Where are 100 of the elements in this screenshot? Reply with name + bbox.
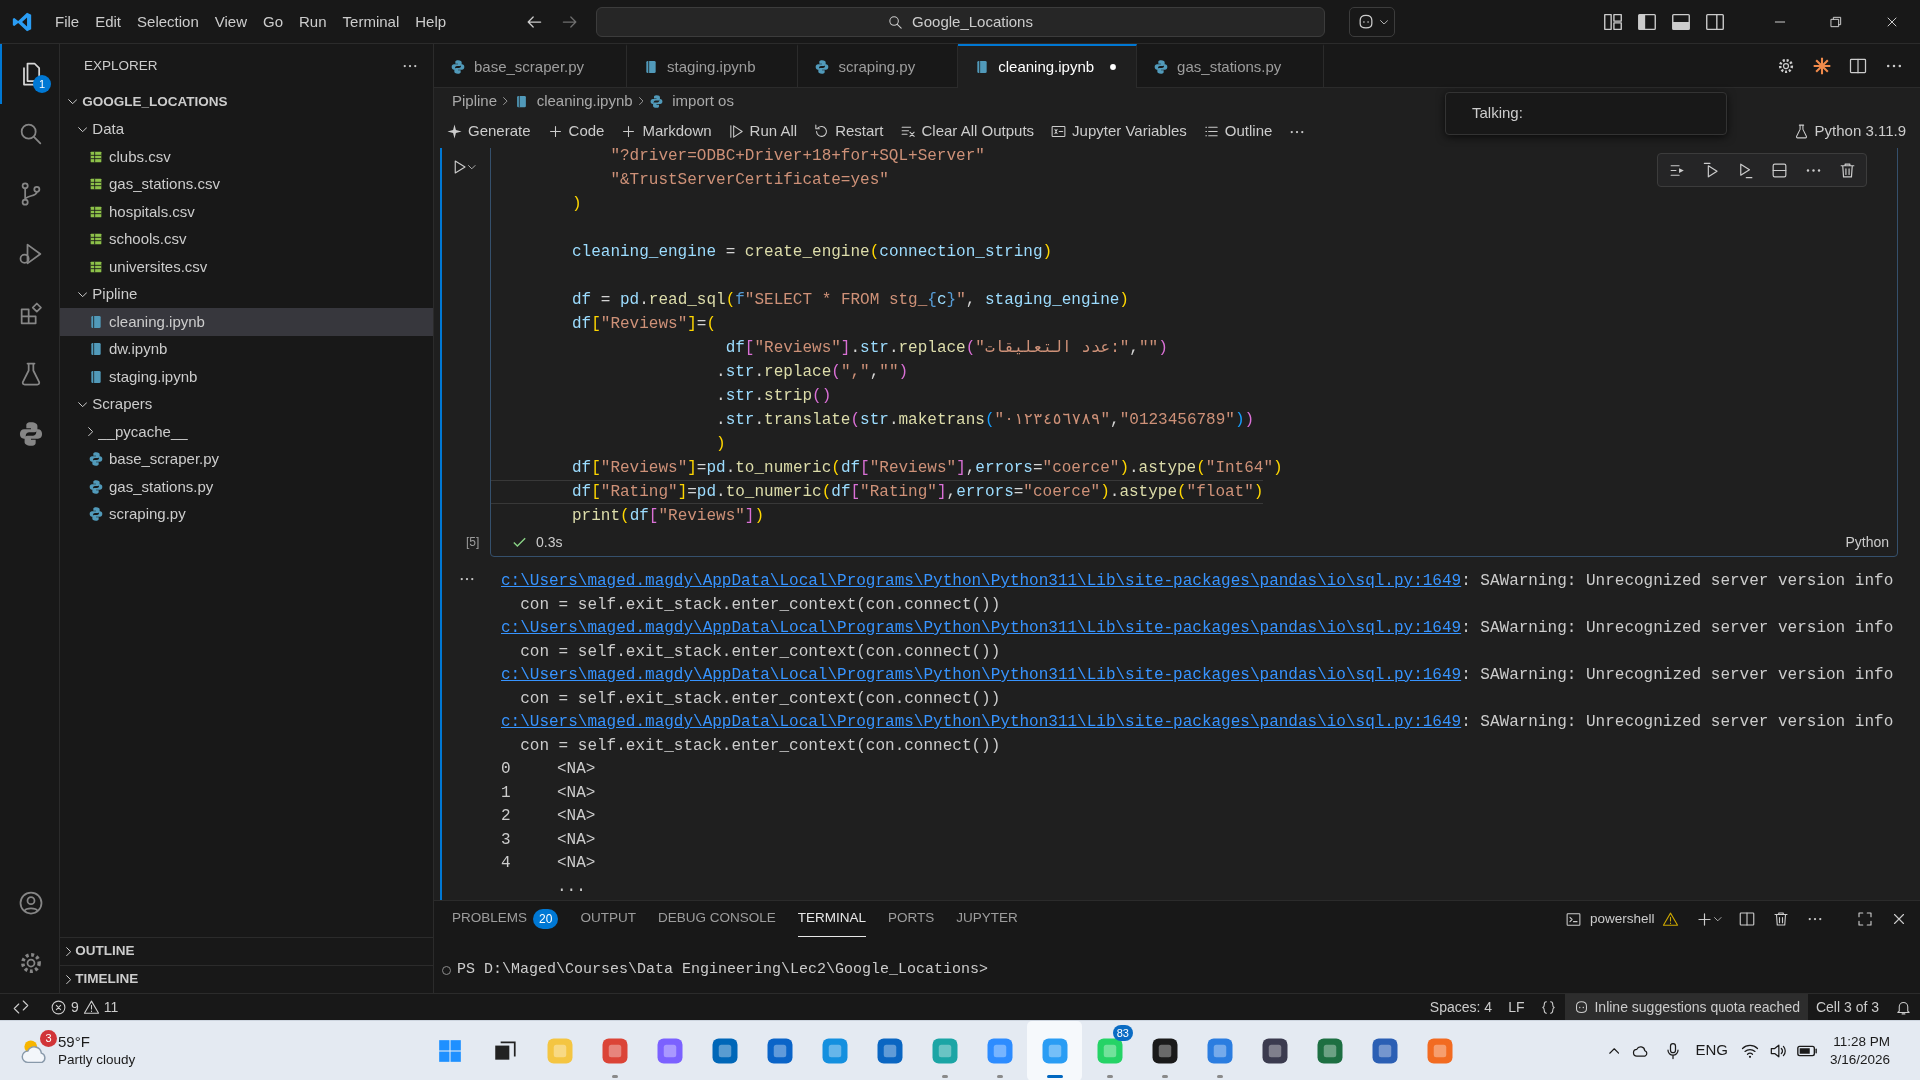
- remote-icon: [12, 998, 30, 1016]
- menu-item[interactable]: Go: [255, 6, 291, 38]
- toolbar-button[interactable]: Markdown: [620, 120, 712, 143]
- folder-row[interactable]: Scrapers: [60, 390, 433, 418]
- menu-item[interactable]: Edit: [87, 6, 130, 38]
- toolbar-button[interactable]: Restart: [813, 120, 884, 143]
- code-line: cleaning_engine = create_engine(connection_string): [571, 242, 1053, 263]
- cell-language[interactable]: Python: [1845, 531, 1889, 553]
- notification-badge: 3: [40, 1029, 57, 1047]
- customize-layout-icon[interactable]: [1602, 11, 1624, 33]
- series-value: <NA>: [557, 829, 596, 851]
- tree-row[interactable]: cleaning.ipynb: [60, 308, 433, 336]
- menu-item[interactable]: View: [206, 6, 255, 38]
- folder-row[interactable]: Pipline: [60, 280, 433, 308]
- notebook-icon: [88, 341, 104, 358]
- split-terminal-icon[interactable]: [1738, 910, 1756, 928]
- tree-row[interactable]: clubs.csv: [60, 143, 433, 171]
- tree-row[interactable]: dw.ipynb: [60, 335, 433, 363]
- toolbar-button[interactable]: Code: [546, 120, 605, 143]
- chevron-icon: [638, 97, 644, 106]
- panel-tab[interactable]: PORTS: [887, 901, 935, 937]
- breadcrumb[interactable]: Pipline: [452, 90, 498, 113]
- panel-tab[interactable]: TERMINAL: [797, 901, 866, 937]
- language-braces-icon[interactable]: [1540, 998, 1558, 1016]
- truncation-ellipsis: ...: [557, 877, 586, 896]
- tree-row[interactable]: universites.csv: [60, 253, 433, 281]
- file-link[interactable]: c:\Users\maged.magdy\AppData\Local\Programs\Python\Python311\Lib\site-packages\pandas\io\sql.py:1649: [501, 666, 1462, 684]
- menu-item[interactable]: Help: [407, 6, 455, 38]
- file-link[interactable]: c:\Users\maged.magdy\AppData\Local\Programs\Python\Python311\Lib\site-packages\pandas\io\sql.py:1649: [501, 572, 1462, 590]
- tree-row[interactable]: scraping.py: [60, 500, 433, 528]
- clock-time[interactable]: 11:28 PM: [1829, 1032, 1890, 1051]
- terminal-selector[interactable]: powershell: [1564, 908, 1680, 930]
- count-badge: 20: [533, 908, 559, 929]
- panel-tab[interactable]: DEBUG CONSOLE: [657, 901, 776, 937]
- menu-item[interactable]: Selection: [129, 6, 207, 38]
- menu-item[interactable]: Run: [291, 6, 335, 38]
- python-file-icon: [450, 59, 466, 75]
- editor-tab[interactable]: staging.ipynb: [627, 44, 799, 88]
- copilot-button[interactable]: [1348, 7, 1395, 37]
- series-index: 2: [501, 806, 512, 827]
- code-line: .str.strip(): [715, 386, 832, 407]
- menu-item[interactable]: File: [47, 6, 88, 38]
- workspace-header[interactable]: GOOGLE_LOCATIONS: [60, 88, 433, 116]
- tree-row[interactable]: gas_stations.py: [60, 473, 433, 501]
- start-icon[interactable]: [436, 1037, 463, 1064]
- delete-icon[interactable]: [1772, 910, 1790, 928]
- clock-date[interactable]: 3/16/2026: [1829, 1050, 1890, 1069]
- input-language[interactable]: ENG: [1695, 1039, 1728, 1062]
- file-link[interactable]: c:\Users\maged.magdy\AppData\Local\Programs\Python\Python311\Lib\site-packages\pandas\io\sql.py:1649: [501, 619, 1462, 637]
- tree-row[interactable]: base_scraper.py: [60, 445, 433, 473]
- sparkle-icon[interactable]: [1812, 55, 1832, 76]
- panel-tab[interactable]: PROBLEMS 20: [452, 901, 559, 937]
- toggle-panel-icon[interactable]: [1670, 11, 1692, 33]
- panel-tab[interactable]: OUTPUT: [580, 901, 636, 937]
- run-above-icon[interactable]: [1701, 160, 1721, 180]
- menu-item[interactable]: Terminal: [334, 6, 408, 38]
- python-file-icon: [88, 451, 104, 468]
- panel-tab[interactable]: JUPYTER: [956, 901, 1018, 937]
- cell-status[interactable]: Cell 3 of 3: [1807, 994, 1887, 1020]
- toggle-sidebar-icon[interactable]: [1636, 11, 1658, 33]
- breadcrumb[interactable]: import os: [649, 90, 734, 113]
- search-field[interactable]: Google_Locations: [595, 7, 1325, 37]
- file-link[interactable]: c:\Users\maged.magdy\AppData\Local\Programs\Python\Python311\Lib\site-packages\pandas\io\sql.py:1649: [501, 713, 1462, 731]
- tree-row[interactable]: staging.ipynb: [60, 363, 433, 391]
- warning-icon: [1662, 910, 1680, 928]
- show-hidden-icons-icon[interactable]: [1608, 1047, 1620, 1054]
- breadcrumb[interactable]: cleaning.ipynb: [513, 90, 633, 113]
- copilot-status[interactable]: Inline suggestions quota reached: [1565, 994, 1808, 1020]
- sparkle-icon: [446, 123, 463, 140]
- warning-icon: [82, 998, 100, 1016]
- tree-row[interactable]: hospitals.csv: [60, 198, 433, 226]
- caret-icon[interactable]: [1714, 916, 1722, 922]
- problems-status[interactable]: 9 11: [42, 994, 127, 1020]
- restore-icon[interactable]: [1828, 14, 1844, 30]
- indentation-status[interactable]: Spaces: 4: [1421, 994, 1501, 1020]
- toolbar-button[interactable]: Outline: [1202, 120, 1273, 143]
- editor-tab[interactable]: cleaning.ipynb: [958, 44, 1138, 88]
- editor-tab[interactable]: base_scraper.py: [434, 44, 628, 88]
- maximize-icon[interactable]: [1856, 910, 1874, 928]
- app-logo-icon: [11, 11, 33, 33]
- toolbar-button[interactable]: Clear All Outputs: [899, 120, 1035, 143]
- series-index: 1: [501, 782, 512, 804]
- toggle-secondary-sidebar-icon[interactable]: [1704, 11, 1726, 33]
- toolbar-button[interactable]: Generate: [446, 120, 531, 143]
- search-icon: [887, 13, 905, 31]
- folder-row[interactable]: Data: [60, 115, 433, 143]
- line-ending-status[interactable]: LF: [1500, 994, 1533, 1020]
- warning-text: c:\Users\maged.magdy\AppData\Local\Programs\Python\Python311\Lib\site-packages\pandas\io\sql.py:1649: SAWarning: Unrecognized server version info: [501, 665, 1894, 686]
- toolbar-button[interactable]: Run All: [727, 120, 798, 143]
- caret-icon: [468, 164, 476, 170]
- terminal-prompt: PS D:\Maged\Courses\Data Engineering\Lec2\Google_Locations>: [457, 960, 989, 980]
- kernel-button[interactable]: Python 3.11.9: [1792, 120, 1906, 143]
- folder-row[interactable]: __pycache__: [60, 418, 433, 446]
- tree-row[interactable]: schools.csv: [60, 225, 433, 253]
- tree-row[interactable]: gas_stations.csv: [60, 170, 433, 198]
- editor-tab[interactable]: gas_stations.py: [1137, 44, 1325, 88]
- section-header[interactable]: OUTLINE: [60, 937, 433, 965]
- toolbar-button[interactable]: Jupyter Variables: [1050, 120, 1187, 143]
- warning-text: c:\Users\maged.magdy\AppData\Local\Programs\Python\Python311\Lib\site-packages\pandas\io\sql.py:1649: SAWarning: Unrecognized server version info: [501, 571, 1894, 592]
- warning-text: c:\Users\maged.magdy\AppData\Local\Programs\Python\Python311\Lib\site-packages\pandas\io\sql.py:1649: SAWarning: Unrecognized server version info: [501, 618, 1894, 639]
